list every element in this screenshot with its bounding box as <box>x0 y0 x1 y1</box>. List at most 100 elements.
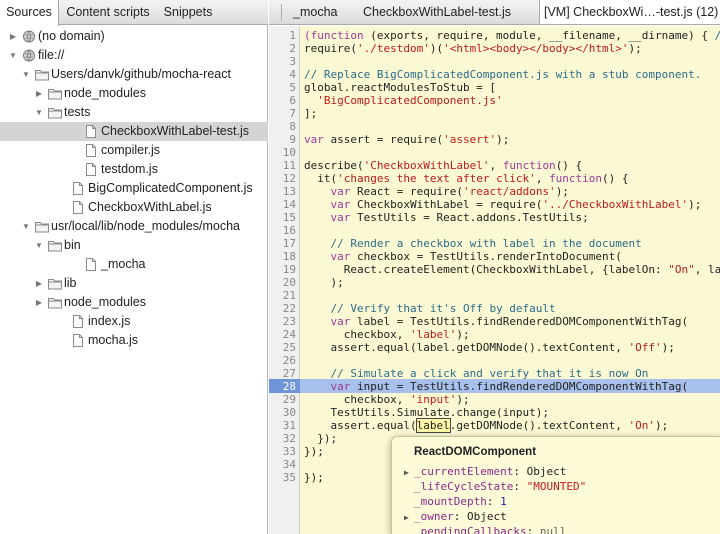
line-number[interactable]: 6 <box>269 94 296 107</box>
line-number[interactable]: 33 <box>269 445 296 458</box>
line-number[interactable]: 25 <box>269 341 296 354</box>
code-line[interactable]: }); <box>304 432 337 445</box>
disclosure-closed-icon[interactable]: ▶ <box>8 27 18 46</box>
line-number[interactable]: 31 <box>269 419 296 432</box>
disclosure-open-icon[interactable]: ▼ <box>8 46 18 65</box>
line-number[interactable]: 24 <box>269 328 296 341</box>
popover-property[interactable]: ▶ _owner: Object <box>404 509 507 524</box>
code-line[interactable]: TestUtils.Simulate.change(input); <box>304 406 549 419</box>
line-number[interactable]: 15 <box>269 211 296 224</box>
line-number[interactable]: 23 <box>269 315 296 328</box>
line-number[interactable]: 1 <box>269 29 296 42</box>
tree-file[interactable]: index.js <box>0 312 268 331</box>
line-number[interactable]: 16 <box>269 224 296 237</box>
tree-file[interactable]: testdom.js <box>0 160 268 179</box>
code-line[interactable]: var CheckboxWithLabel = require('../Chec… <box>304 198 702 211</box>
tab-snippets[interactable]: Snippets <box>160 0 216 25</box>
code-line[interactable]: React.createElement(CheckboxWithLabel, {… <box>304 263 720 276</box>
code-line[interactable]: (function (exports, require, module, __f… <box>304 29 720 42</box>
tree-folder[interactable]: ▼ Users/danvk/github/mocha-react <box>0 65 268 84</box>
disclosure-open-icon[interactable]: ▼ <box>34 103 44 122</box>
popover-property[interactable]: ▶ _currentElement: Object <box>404 464 566 479</box>
disclosure-closed-icon[interactable]: ▶ <box>34 274 44 293</box>
tree-file[interactable]: CheckboxWithLabel.js <box>0 198 268 217</box>
tree-file[interactable]: compiler.js <box>0 141 268 160</box>
line-number[interactable]: 2 <box>269 42 296 55</box>
code-line[interactable]: 'BigComplicatedComponent.js' <box>304 94 502 107</box>
line-number[interactable]: 27 <box>269 367 296 380</box>
disclosure-open-icon[interactable]: ▼ <box>21 217 31 236</box>
line-number[interactable]: 28 <box>269 380 296 393</box>
line-number[interactable]: 7 <box>269 107 296 120</box>
code-line[interactable]: }); <box>304 471 324 484</box>
line-number[interactable]: 8 <box>269 120 296 133</box>
line-number[interactable]: 20 <box>269 276 296 289</box>
code-line[interactable]: var input = TestUtils.findRenderedDOMCom… <box>304 380 689 393</box>
disclosure-closed-icon[interactable]: ▶ <box>34 293 44 312</box>
line-number[interactable]: 22 <box>269 302 296 315</box>
code-line[interactable]: require('./testdom')('<html><body></body… <box>304 42 642 55</box>
disclosure-open-icon[interactable]: ▼ <box>34 236 44 255</box>
code-line[interactable]: it('changes the text after click', funct… <box>304 172 628 185</box>
expand-arrow-icon[interactable]: ▶ <box>404 465 414 480</box>
line-number[interactable]: 12 <box>269 172 296 185</box>
code-line[interactable]: assert.equal(label.getDOMNode().textCont… <box>304 341 674 354</box>
line-number[interactable]: 29 <box>269 393 296 406</box>
disclosure-closed-icon[interactable]: ▶ <box>34 84 44 103</box>
code-line[interactable]: var label = TestUtils.findRenderedDOMCom… <box>304 315 689 328</box>
tree-folder[interactable]: ▶ lib <box>0 274 268 293</box>
expand-arrow-icon[interactable]: ▶ <box>404 510 414 525</box>
line-number[interactable]: 30 <box>269 406 296 419</box>
tree-folder[interactable]: ▼ tests <box>0 103 268 122</box>
code-line[interactable]: global.reactModulesToStub = [ <box>304 81 496 94</box>
hovered-expression[interactable]: label <box>415 418 451 433</box>
line-number[interactable]: 35 <box>269 471 296 484</box>
line-number[interactable]: 21 <box>269 289 296 302</box>
code-line[interactable]: }); <box>304 445 324 458</box>
tree-file[interactable]: BigComplicatedComponent.js <box>0 179 268 198</box>
line-number[interactable]: 32 <box>269 432 296 445</box>
code-line[interactable]: // Verify that it's Off by default <box>304 302 556 315</box>
code-line[interactable]: assert.equal(label.getDOMNode().textCont… <box>304 418 668 433</box>
tab-content-scripts[interactable]: Content scripts <box>62 0 154 25</box>
line-number-gutter[interactable]: 1 2 3 4 5 6 7 8 9 10 11 12 13 14 15 16 17 18 19 20 21 22 23 24 2… <box>269 26 300 534</box>
tree-folder[interactable]: ▼ bin <box>0 236 268 255</box>
line-number[interactable]: 3 <box>269 55 296 68</box>
line-number[interactable]: 18 <box>269 250 296 263</box>
line-number[interactable]: 5 <box>269 81 296 94</box>
code-line[interactable]: // Simulate a click and verify that it i… <box>304 367 649 380</box>
tree-file[interactable]: CheckboxWithLabel-test.js <box>0 122 268 141</box>
line-number[interactable]: 34 <box>269 458 296 471</box>
code-line[interactable]: // Replace BigComplicatedComponent.js wi… <box>304 68 701 81</box>
line-number[interactable]: 17 <box>269 237 296 250</box>
tree-file[interactable]: mocha.js <box>0 331 268 350</box>
code-line[interactable]: checkbox, 'input'); <box>304 393 470 406</box>
tree-file[interactable]: _mocha <box>0 255 268 274</box>
line-number[interactable]: 19 <box>269 263 296 276</box>
tree-folder[interactable]: ▶ node_modules <box>0 293 268 312</box>
code-line[interactable]: // Render a checkbox with label in the d… <box>304 237 642 250</box>
code-line[interactable]: var React = require('react/addons'); <box>304 185 569 198</box>
code-line[interactable]: describe('CheckboxWithLabel', function()… <box>304 159 582 172</box>
tab-checkbox-test[interactable]: CheckboxWithLabel-test.js <box>363 0 511 24</box>
line-number[interactable]: 26 <box>269 354 296 367</box>
line-number[interactable]: 10 <box>269 146 296 159</box>
tree-origin[interactable]: ▶ (no domain) <box>0 27 268 46</box>
tree-folder[interactable]: ▼ usr/local/lib/node_modules/mocha <box>0 217 268 236</box>
code-line[interactable]: var checkbox = TestUtils.renderIntoDocum… <box>304 250 622 263</box>
line-number[interactable]: 14 <box>269 198 296 211</box>
tree-folder[interactable]: ▶ node_modules <box>0 84 268 103</box>
code-line[interactable]: var assert = require('assert'); <box>304 133 509 146</box>
line-number[interactable]: 9 <box>269 133 296 146</box>
line-number[interactable]: 4 <box>269 68 296 81</box>
code-line[interactable]: ); <box>304 276 343 289</box>
code-line[interactable]: checkbox, 'label'); <box>304 328 470 341</box>
tab-mocha[interactable]: _mocha <box>293 0 337 24</box>
tab-vm-checkbox-test[interactable]: [VM] CheckboxWi…-test.js (12) <box>539 0 720 24</box>
code-line[interactable]: var TestUtils = React.addons.TestUtils; <box>304 211 589 224</box>
code-line[interactable]: ]; <box>304 107 317 120</box>
tab-sources[interactable]: Sources <box>0 0 59 26</box>
line-number[interactable]: 11 <box>269 159 296 172</box>
line-number[interactable]: 13 <box>269 185 296 198</box>
disclosure-open-icon[interactable]: ▼ <box>21 65 31 84</box>
